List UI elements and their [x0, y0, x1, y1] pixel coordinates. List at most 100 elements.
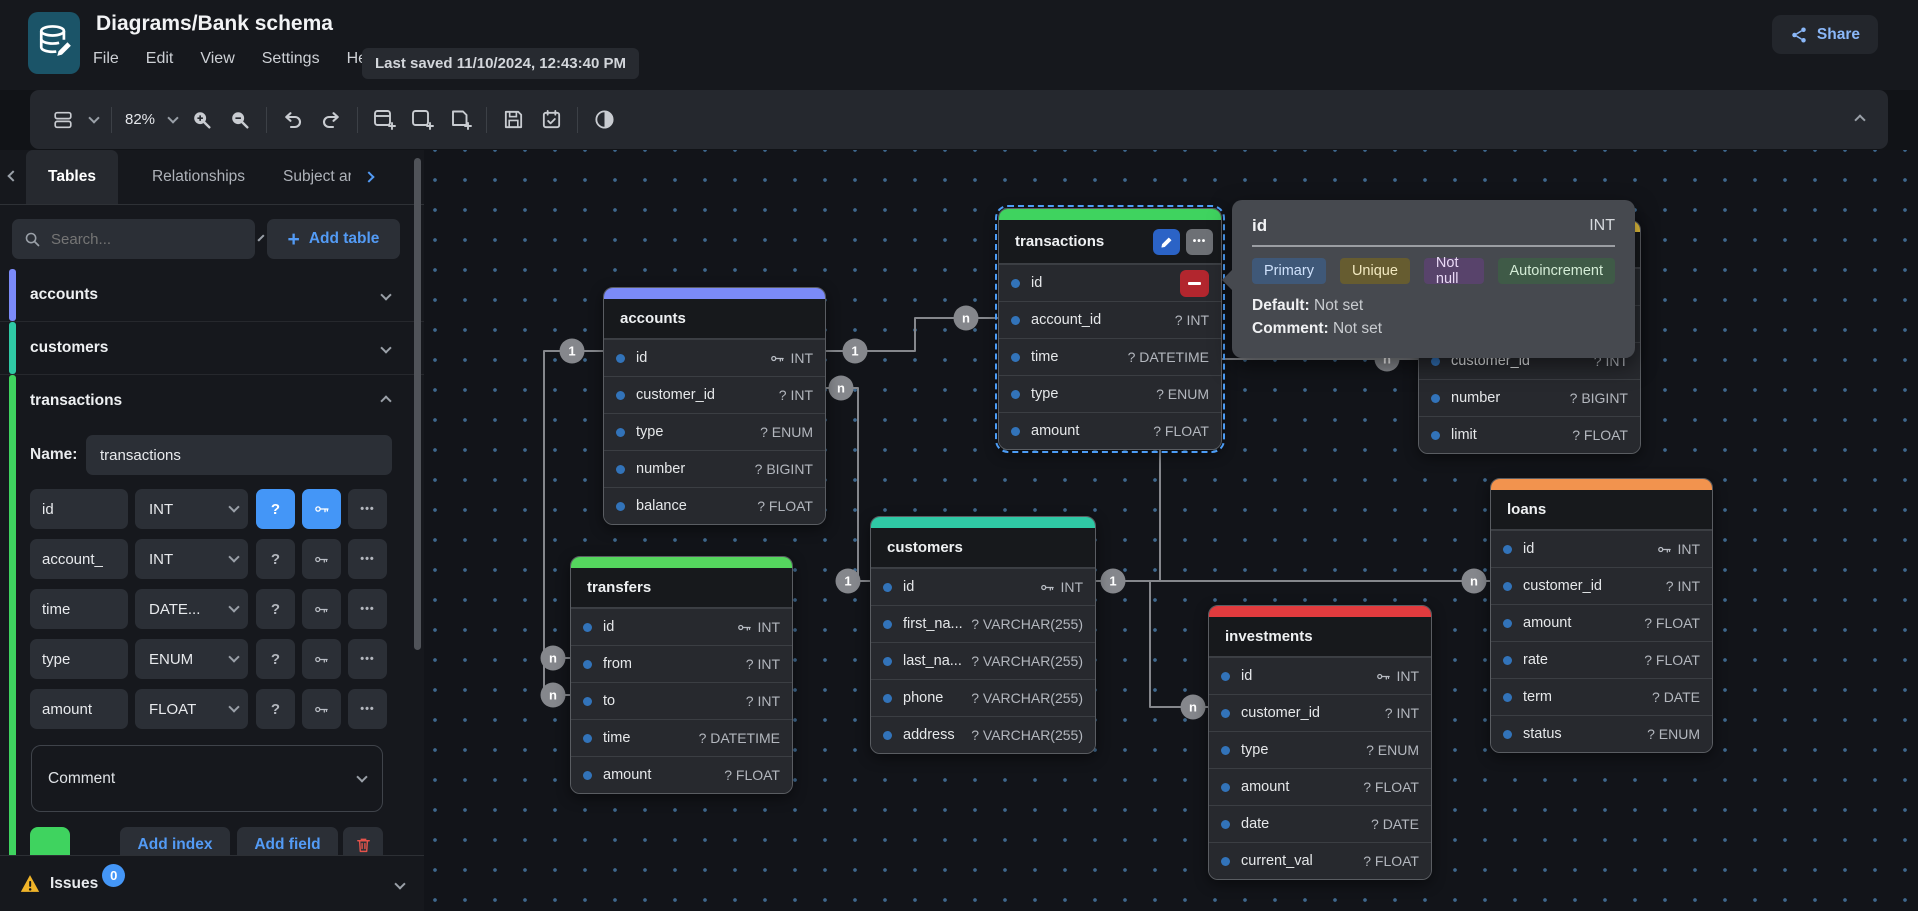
sidebar-scrollbar[interactable]	[414, 158, 421, 650]
save-icon[interactable]	[500, 107, 526, 133]
tabs-scroll-left-icon[interactable]	[0, 175, 26, 180]
table-header[interactable]: accounts	[604, 299, 825, 339]
field-row-customer_id[interactable]: customer_id? INT	[604, 376, 825, 413]
field-primary-key-button[interactable]	[302, 589, 341, 629]
diagram-layout-icon[interactable]	[50, 107, 76, 133]
field-row-balance[interactable]: balance? FLOAT	[604, 487, 825, 524]
comment-collapsible[interactable]: Comment	[31, 745, 383, 812]
accordion-chevron-icon[interactable]	[382, 339, 390, 357]
field-row-date[interactable]: date? DATE	[1209, 805, 1431, 842]
table-more-button[interactable]: •••	[1186, 229, 1213, 255]
diagram-table-customers[interactable]: customersidINTfirst_na...? VARCHAR(255)l…	[870, 516, 1096, 754]
add-table-icon[interactable]	[371, 107, 397, 133]
field-nullable-button[interactable]: ?	[256, 689, 295, 729]
field-type-select[interactable]: INT	[135, 489, 248, 529]
field-name-input[interactable]: time	[30, 589, 128, 629]
field-row-time[interactable]: time? DATETIME	[571, 719, 792, 756]
add-area-icon[interactable]	[409, 107, 435, 133]
field-row-number[interactable]: number? BIGINT	[1419, 379, 1640, 416]
zoom-caret-icon[interactable]	[167, 112, 178, 123]
tab-subject-ar[interactable]: Subject ar	[279, 168, 351, 186]
field-row-phone[interactable]: phone? VARCHAR(255)	[871, 679, 1095, 716]
redo-icon[interactable]	[318, 107, 344, 133]
accordion-chevron-icon[interactable]	[382, 286, 390, 304]
field-row-status[interactable]: status? ENUM	[1491, 715, 1712, 752]
diagram-table-transfers[interactable]: transfersidINTfrom? INTto? INTtime? DATE…	[570, 556, 793, 794]
toolbar-collapse-icon[interactable]	[1854, 114, 1865, 125]
search-field[interactable]	[51, 231, 250, 248]
field-row-type[interactable]: type? ENUM	[999, 375, 1221, 412]
field-more-button[interactable]: •••	[348, 539, 387, 579]
issues-bar[interactable]: Issues 0	[0, 855, 424, 911]
field-row-from[interactable]: from? INT	[571, 645, 792, 682]
zoom-level[interactable]: 82%	[125, 111, 155, 128]
table-header[interactable]: investments	[1209, 617, 1431, 657]
menu-item-edit[interactable]: Edit	[146, 50, 174, 68]
table-header[interactable]: loans	[1491, 490, 1712, 530]
field-row-to[interactable]: to? INT	[571, 682, 792, 719]
table-name-input[interactable]	[86, 435, 392, 475]
field-row-id[interactable]: idINT	[1209, 657, 1431, 694]
relationship-edge-5[interactable]: n	[1150, 581, 1208, 720]
share-button[interactable]: Share	[1772, 15, 1878, 54]
field-row-limit[interactable]: limit? FLOAT	[1419, 416, 1640, 453]
field-row-address[interactable]: address? VARCHAR(255)	[871, 716, 1095, 753]
tab-tables[interactable]: Tables	[26, 150, 118, 204]
field-more-button[interactable]: •••	[348, 689, 387, 729]
diagram-table-accounts[interactable]: accountsidINTcustomer_id? INTtype? ENUMn…	[603, 287, 826, 525]
field-name-input[interactable]: id	[30, 489, 128, 529]
diagram-table-investments[interactable]: investmentsidINTcustomer_id? INTtype? EN…	[1208, 605, 1432, 880]
sidebar-item-transactions[interactable]: transactions	[0, 375, 424, 427]
field-nullable-button[interactable]: ?	[256, 489, 295, 529]
relationship-edge-2[interactable]: 1n	[825, 306, 998, 364]
table-header[interactable]: transactions•••	[999, 220, 1221, 264]
menu-item-file[interactable]: File	[93, 50, 119, 68]
field-more-button[interactable]: •••	[348, 589, 387, 629]
field-row-id[interactable]: idINT	[1491, 530, 1712, 567]
field-row-account_id[interactable]: account_id? INT	[999, 301, 1221, 338]
field-row-number[interactable]: number? BIGINT	[604, 450, 825, 487]
field-name-input[interactable]: account_	[30, 539, 128, 579]
field-row-type[interactable]: type? ENUM	[604, 413, 825, 450]
field-more-button[interactable]: •••	[348, 489, 387, 529]
field-primary-key-button[interactable]	[302, 689, 341, 729]
field-name-input[interactable]: amount	[30, 689, 128, 729]
undo-icon[interactable]	[280, 107, 306, 133]
accordion-chevron-icon[interactable]	[382, 392, 390, 410]
field-row-type[interactable]: type? ENUM	[1209, 731, 1431, 768]
field-type-select[interactable]: ENUM	[135, 639, 248, 679]
field-row-id[interactable]: idINT	[604, 339, 825, 376]
field-row-id[interactable]: idINT	[871, 568, 1095, 605]
field-type-select[interactable]: INT	[135, 539, 248, 579]
layout-caret-icon[interactable]	[88, 112, 99, 123]
tabs-scroll-right-icon[interactable]	[365, 168, 373, 186]
add-table-button[interactable]: + Add table	[267, 219, 400, 259]
sidebar-item-customers[interactable]: customers	[0, 322, 424, 374]
field-row-amount[interactable]: amount? FLOAT	[571, 756, 792, 793]
zoom-out-icon[interactable]	[227, 107, 253, 133]
theme-contrast-icon[interactable]	[591, 107, 617, 133]
field-row-amount[interactable]: amount? FLOAT	[999, 412, 1221, 449]
field-row-id[interactable]: idINT	[571, 608, 792, 645]
relationship-edge-3[interactable]: n1	[825, 376, 870, 594]
field-row-first_na...[interactable]: first_na...? VARCHAR(255)	[871, 605, 1095, 642]
search-input[interactable]	[12, 219, 255, 259]
field-row-rate[interactable]: rate? FLOAT	[1491, 641, 1712, 678]
delete-field-button[interactable]	[1180, 270, 1209, 297]
diagram-table-transactions[interactable]: transactions•••idaccount_id? INTtime? DA…	[998, 208, 1222, 450]
diagram-table-loans[interactable]: loansidINTcustomer_id? INTamount? FLOATr…	[1490, 478, 1713, 753]
field-type-select[interactable]: DATE...	[135, 589, 248, 629]
field-row-customer_id[interactable]: customer_id? INT	[1491, 567, 1712, 604]
diagram-canvas[interactable]: 1nn1nn11nnn accountsidINTcustomer_id? IN…	[424, 150, 1918, 911]
field-primary-key-button[interactable]	[302, 539, 341, 579]
tab-relationships[interactable]: Relationships	[148, 168, 249, 186]
field-primary-key-button[interactable]	[302, 489, 341, 529]
field-nullable-button[interactable]: ?	[256, 639, 295, 679]
zoom-in-icon[interactable]	[189, 107, 215, 133]
field-primary-key-button[interactable]	[302, 639, 341, 679]
add-note-icon[interactable]	[447, 107, 473, 133]
field-row-last_na...[interactable]: last_na...? VARCHAR(255)	[871, 642, 1095, 679]
field-name-input[interactable]: type	[30, 639, 128, 679]
field-row-current_val[interactable]: current_val? FLOAT	[1209, 842, 1431, 879]
issues-chevron-icon[interactable]	[396, 875, 404, 893]
